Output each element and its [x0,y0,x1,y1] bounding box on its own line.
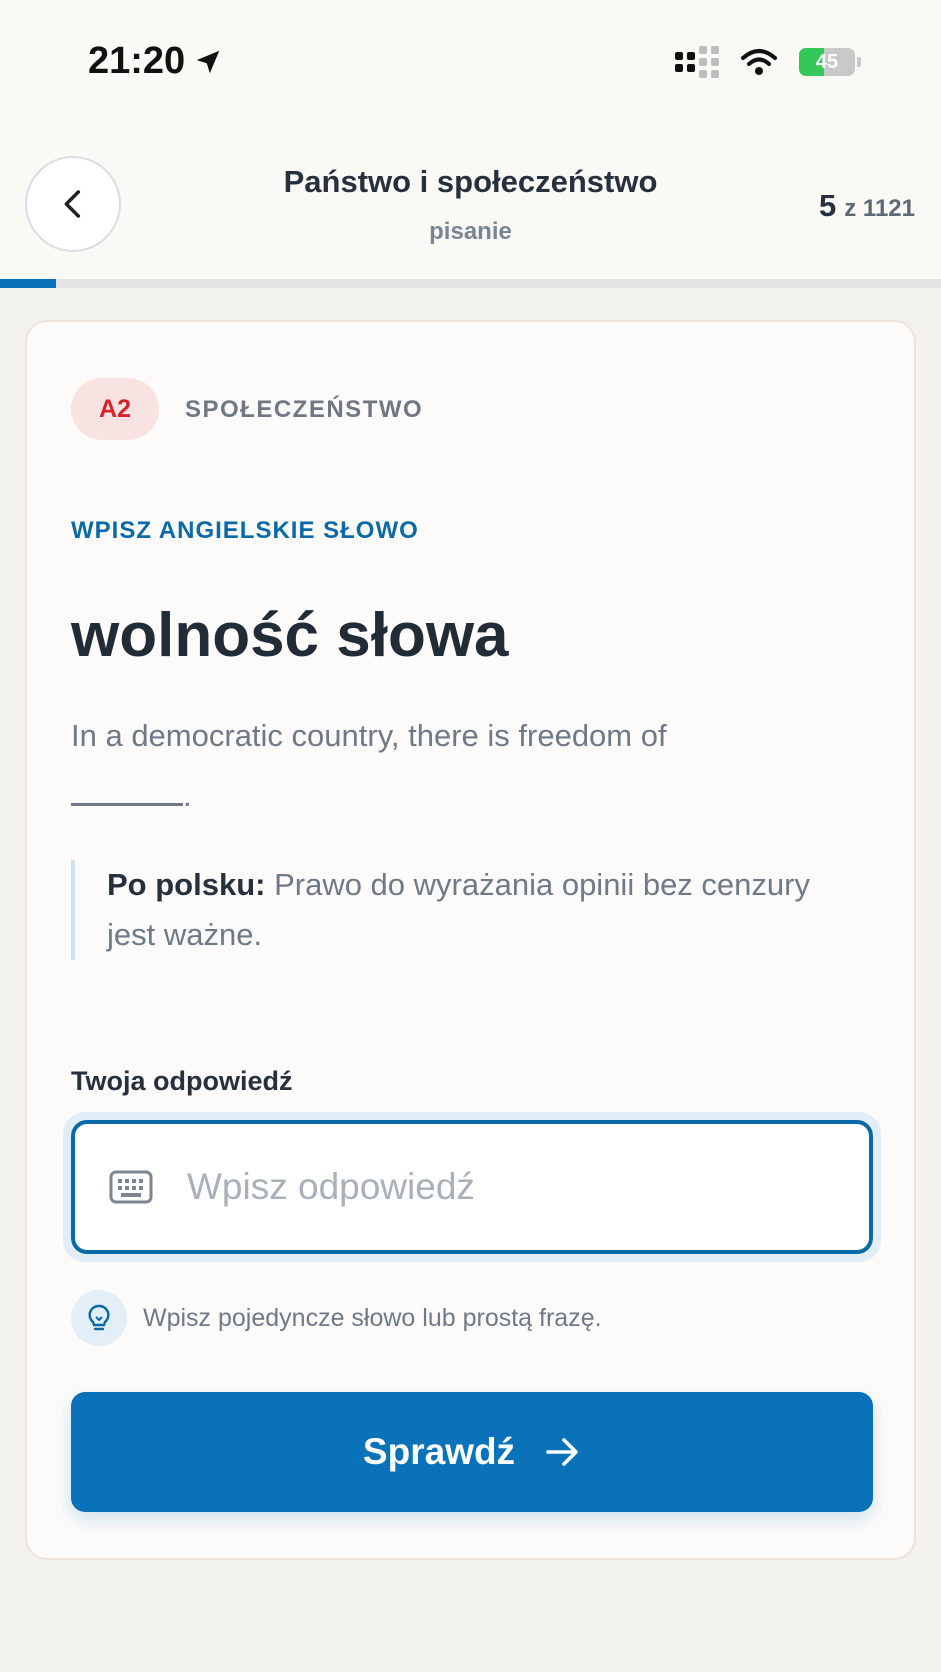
hint-row: Wpisz pojedyncze słowo lub prostą frazę. [71,1290,602,1346]
status-time: 21:20 [88,40,223,83]
counter-current: 5 [819,188,837,223]
status-time-text: 21:20 [88,40,186,82]
arrow-right-icon [546,1438,578,1466]
answer-field-focus-ring [63,1112,881,1262]
wifi-icon [741,49,777,75]
hint-text: Wpisz pojedyncze słowo lub prostą frazę. [143,1303,602,1332]
category-label: SPOŁECZEŃSTWO [185,396,424,423]
battery-icon: 45 [799,48,855,76]
check-button-label: Sprawdź [362,1431,516,1472]
page-subtitle: pisanie [429,218,512,245]
lightbulb-icon [71,1290,127,1346]
exercise-card: A2 SPOŁECZEŃSTWO WPISZ ANGIELSKIE SŁOWO … [25,320,916,1560]
prompt-word: wolność słowa [71,601,509,670]
answer-label: Twoja odpowiedź [71,1066,293,1096]
instruction-label: WPISZ ANGIELSKIE SŁOWO [71,517,419,544]
page-title: Państwo i społeczeństwo [283,164,658,199]
example-sentence: In a democratic country, there is freedo… [71,706,831,826]
answer-field[interactable] [71,1120,873,1254]
battery-percent: 45 [815,50,839,73]
counter-total: z 1121 [844,195,915,222]
battery-cap [857,57,861,67]
keyboard-icon [109,1170,153,1204]
location-arrow-icon [196,50,220,73]
check-button[interactable]: Sprawdź [71,1392,873,1512]
progress-bar [0,279,941,288]
top-bar: 21:20 45 Państwo i społeczeństwo pisanie… [0,0,941,288]
progress-fill [0,279,57,288]
level-badge: A2 [71,378,159,440]
answer-input[interactable] [187,1166,869,1208]
translation-block: Po polsku: Prawo do wyrażania opinii bez… [71,860,831,960]
status-icons: 45 [675,46,861,78]
sentence-text: In a democratic country, there is freedo… [71,718,667,753]
cellular-signal-icon [675,46,719,78]
sentence-blank [71,778,183,806]
translation-label: Po polsku: [107,867,266,902]
sentence-end: . [183,778,192,813]
question-counter: 5 z 1121 [819,188,915,224]
